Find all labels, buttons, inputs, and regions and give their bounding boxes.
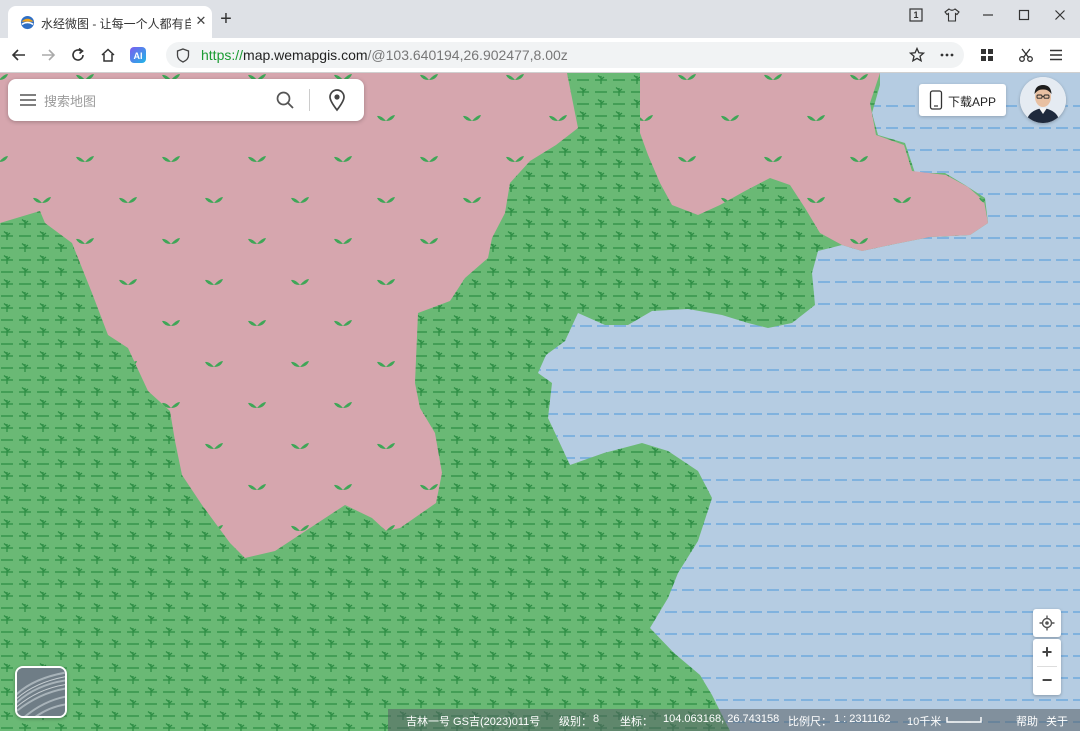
screenshot-button[interactable] <box>1016 45 1036 65</box>
tab-title: 水经微图 - 让每一个人都有自 <box>41 17 191 31</box>
star-icon <box>909 47 925 63</box>
new-tab-button[interactable]: + <box>216 9 236 30</box>
zoom-out-button[interactable]: − <box>1033 667 1061 695</box>
home-button[interactable] <box>98 45 118 65</box>
url-scheme: https:// <box>201 47 244 63</box>
help-link[interactable]: 帮助 <box>1016 713 1038 729</box>
map-canvas[interactable]: 下载APP + − <box>0 73 1080 731</box>
forward-button[interactable] <box>38 45 58 65</box>
reload-icon <box>72 47 84 61</box>
scalebar-text: 10千米 <box>907 716 942 728</box>
bookmark-button[interactable] <box>907 45 927 65</box>
tab-counter-value: 1 <box>913 10 919 20</box>
maximize-button[interactable] <box>1014 6 1034 24</box>
close-tab-icon[interactable]: ✕ <box>192 12 210 30</box>
more-button[interactable] <box>937 45 957 65</box>
ai-icon: AI <box>130 47 146 63</box>
maximize-icon <box>1018 9 1030 21</box>
scale-value: 1 : 2311162 <box>834 713 891 725</box>
more-horizontal-icon <box>940 53 954 57</box>
url-path: /@103.640194,26.902477,8.00z <box>367 47 568 63</box>
shield-icon <box>176 48 190 63</box>
search-input[interactable] <box>42 90 261 112</box>
zoom-in-button[interactable]: + <box>1033 639 1061 666</box>
site-logo-icon <box>20 15 35 30</box>
status-bar: 吉林一号 GS吉(2023)011号 级别： 8 坐标： 104.063168,… <box>388 709 1080 731</box>
close-window-button[interactable] <box>1050 6 1070 24</box>
landcover-layer <box>0 73 1080 731</box>
menu-icon[interactable] <box>19 93 37 107</box>
arrow-right-icon <box>42 49 56 61</box>
apps-button[interactable] <box>977 45 997 65</box>
address-bar[interactable]: https://map.wemapgis.com/@103.640194,26.… <box>166 42 964 68</box>
skin-button[interactable] <box>942 6 962 24</box>
search-icon[interactable] <box>275 90 295 110</box>
scale-label: 比例尺： <box>788 716 832 728</box>
map-copyright: 吉林一号 GS吉(2023)011号 <box>406 716 541 728</box>
url-text: https://map.wemapgis.com/@103.640194,26.… <box>201 47 568 63</box>
about-link[interactable]: 关于 <box>1046 713 1068 729</box>
minimize-button[interactable] <box>978 6 998 24</box>
ai-assistant-button[interactable]: AI <box>128 45 148 65</box>
coordinate-label: 坐标： <box>620 716 653 728</box>
arrow-left-icon <box>11 49 25 61</box>
download-app-label: 下载APP <box>948 95 997 109</box>
satellite-thumbnail-icon <box>17 668 65 716</box>
reload-button[interactable] <box>68 45 88 65</box>
avatar-image <box>1020 77 1066 123</box>
locate-button[interactable] <box>1033 609 1061 637</box>
close-icon <box>1055 10 1065 20</box>
coordinate-value: 104.063168, 26.743158 <box>663 713 780 725</box>
scissors-icon <box>1019 48 1033 62</box>
search-box <box>8 79 364 121</box>
tab-strip: 水经微图 - 让每一个人都有自 ✕ + 1 <box>0 0 1080 38</box>
menu-button[interactable] <box>1046 45 1066 65</box>
hamburger-icon <box>1050 49 1062 61</box>
phone-icon <box>929 90 943 110</box>
location-pin-icon[interactable] <box>327 88 347 112</box>
basemap-switch-button[interactable] <box>15 666 67 718</box>
svg-text:AI: AI <box>134 51 143 61</box>
crosshair-icon <box>1039 615 1055 631</box>
download-app-button[interactable]: 下载APP <box>919 84 1006 116</box>
grid-icon <box>981 49 993 61</box>
user-avatar[interactable] <box>1020 77 1066 123</box>
browser-toolbar: AI https://map.wemapgis.com/@103.640194,… <box>0 38 1080 73</box>
shirt-icon <box>944 8 960 22</box>
zoom-level-label: 级别： <box>559 716 592 728</box>
zoom-control: + − <box>1033 639 1061 695</box>
tab-counter-button[interactable]: 1 <box>906 6 926 24</box>
zoom-level-value: 8 <box>593 713 600 725</box>
url-host: map.wemapgis.com <box>243 47 368 63</box>
minimize-icon <box>983 14 993 16</box>
home-icon <box>101 48 115 62</box>
scalebar-icon <box>946 717 982 723</box>
search-divider <box>309 89 310 111</box>
browser-tab[interactable]: 水经微图 - 让每一个人都有自 ✕ <box>8 6 212 38</box>
back-button[interactable] <box>9 45 29 65</box>
